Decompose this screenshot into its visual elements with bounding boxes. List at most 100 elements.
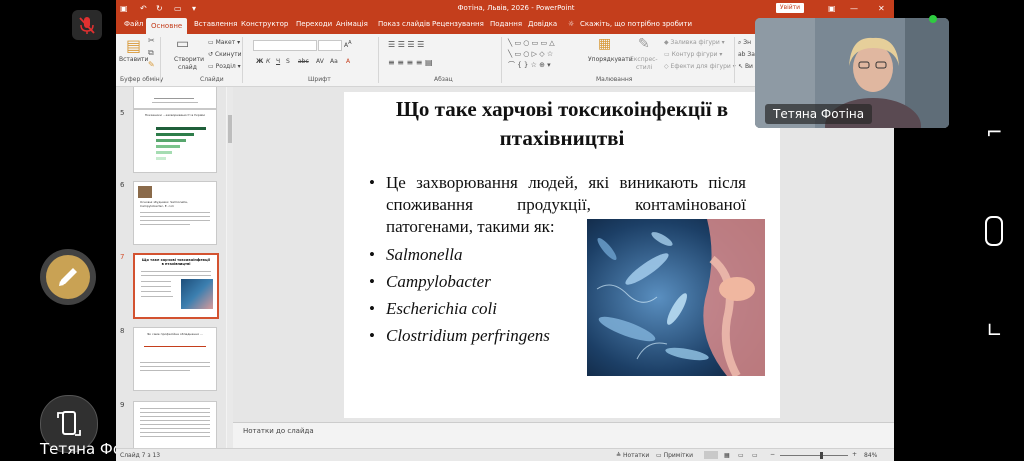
zoom-level[interactable]: 84% <box>864 452 877 459</box>
tab-animations[interactable]: Анімація <box>336 20 368 28</box>
current-slide[interactable]: Що таке харчові токсикоінфекції в птахів… <box>344 92 780 418</box>
copy-icon[interactable]: ⧉ <box>148 48 154 58</box>
customize-qat-icon[interactable]: ▾ <box>192 4 196 13</box>
slide-thumbnails-pane: 5 Показники ...захворюваності в Україні … <box>116 87 226 449</box>
thumbnail-7-selected[interactable]: Що таке харчові токсикоінфекції в птахів… <box>133 253 219 319</box>
minimize-icon[interactable]: — <box>850 4 858 13</box>
group-slides-label: Слайди <box>200 76 224 83</box>
tab-help[interactable]: Довідка <box>528 20 557 28</box>
start-slideshow-icon[interactable]: ▭ <box>174 4 182 13</box>
strike-button[interactable]: abc <box>298 58 309 65</box>
quick-styles-line1[interactable]: Експрес- <box>630 56 658 63</box>
tab-slideshow[interactable]: Показ слайдів <box>378 20 430 28</box>
slide-sorter-button[interactable]: ▦ <box>724 452 730 459</box>
tab-transitions[interactable]: Переходи <box>296 20 332 28</box>
notes-placeholder: Нотатки до слайда <box>243 427 314 435</box>
case-button[interactable]: Aa <box>330 58 338 65</box>
align-buttons[interactable]: ≡ ≡ ≡ ≡ ▤ <box>388 58 433 67</box>
tab-review[interactable]: Рецензування <box>432 20 484 28</box>
italic-button[interactable]: К <box>266 58 270 65</box>
new-slide-icon[interactable]: ▭ <box>176 36 189 52</box>
tell-me-search[interactable]: Скажіть, що потрібно зробити <box>580 20 692 28</box>
shape-outline-button[interactable]: ▭ Контур фігури ▾ <box>664 51 722 58</box>
spacing-button[interactable]: AV <box>316 58 324 65</box>
format-painter-icon[interactable]: ✎ <box>148 60 155 69</box>
arrange-button[interactable]: Упорядкувати <box>588 56 633 63</box>
group-separator <box>242 37 243 83</box>
thumbnail-9[interactable] <box>133 401 217 449</box>
side-corner-icon[interactable]: ∟ <box>986 318 1003 342</box>
font-size-box[interactable] <box>318 40 342 51</box>
slide-counter: Слайд 7 з 13 <box>120 452 161 459</box>
new-slide-button-line2[interactable]: слайд <box>178 64 197 71</box>
new-slide-button-line1[interactable]: Створити <box>174 56 204 63</box>
comments-toggle-label: Примітки <box>663 452 694 459</box>
thumb-5-bar <box>156 139 186 142</box>
select-label: Ви <box>744 63 753 70</box>
paste-icon[interactable]: ▤ <box>126 36 141 55</box>
shape-effects-button[interactable]: ◇ Ефекти для фігури ▾ <box>664 63 736 70</box>
group-separator <box>378 37 379 83</box>
tab-view[interactable]: Подання <box>490 20 522 28</box>
pathogen-campylobacter: Campylobacter <box>386 272 491 291</box>
thumbnail-5[interactable]: Показники ...захворюваності в Україні <box>133 109 217 173</box>
redo-icon[interactable]: ↻ <box>156 4 163 13</box>
bacteria-illustration[interactable] <box>587 219 765 376</box>
layout-button[interactable]: ▭ Макет ▾ <box>208 39 240 46</box>
tab-file[interactable]: Файл <box>124 20 143 28</box>
font-color-button[interactable]: A <box>346 58 350 65</box>
reset-button[interactable]: ↺ Скинути <box>208 51 242 58</box>
slide-title[interactable]: Що таке харчові токсикоінфекції в птахів… <box>344 95 780 153</box>
tab-insert[interactable]: Вставлення <box>194 20 237 28</box>
notes-toggle-label: Нотатки <box>622 452 650 459</box>
font-grow-icon[interactable]: AA <box>344 40 352 49</box>
scrollbar-thumb[interactable] <box>228 115 232 143</box>
quick-styles-icon[interactable]: ✎ <box>638 36 650 52</box>
arrange-icon[interactable]: ▦ <box>598 36 611 52</box>
annotate-inner <box>46 255 90 299</box>
thumbnail-8[interactable]: Як саме професійне обладнання ... <box>133 327 217 391</box>
thumbnail-6[interactable]: Основні збудники: Salmonella, Campylobac… <box>133 181 217 245</box>
ribbon-options-icon[interactable]: ▣ <box>828 4 836 13</box>
window-title: Фотіна, Львів, 2026 - PowerPoint <box>457 4 575 12</box>
font-name-box[interactable] <box>253 40 317 51</box>
notes-pane[interactable]: Нотатки до слайда <box>233 422 894 441</box>
cut-icon[interactable]: ✂ <box>148 36 155 45</box>
bullet-mark: • <box>369 326 375 345</box>
underline-button[interactable]: Ч <box>276 58 280 65</box>
select-button[interactable]: ↖ Ви <box>738 63 753 70</box>
mute-mic-button[interactable] <box>72 10 102 40</box>
thumbnail-4[interactable] <box>133 87 217 109</box>
zoom-in-button[interactable]: + <box>852 451 857 458</box>
group-clipboard-label: Буфер обміну <box>120 76 164 83</box>
shapes-gallery[interactable]: ╲ ▭ ○ ▭ ▭ △ ╲ ▭ ○ ▷ ◇ ☆ ⌒ { } ☆ ⊕ ▾ <box>508 38 588 72</box>
sign-in-button[interactable]: Увійти <box>776 3 804 13</box>
undo-icon[interactable]: ↶ <box>140 4 147 13</box>
annotate-button[interactable] <box>40 249 96 305</box>
zoom-slider-thumb[interactable] <box>820 452 823 459</box>
comments-toggle[interactable]: ▭ Примітки <box>656 452 693 459</box>
side-bracket-icon[interactable]: ⌐ <box>986 120 1003 144</box>
shadow-button[interactable]: S <box>286 58 290 65</box>
paste-button[interactable]: Вставити <box>119 56 148 63</box>
group-font-label: Шрифт <box>308 76 331 83</box>
zoom-slider[interactable] <box>780 452 848 459</box>
save-icon[interactable]: ▣ <box>120 4 128 13</box>
notes-toggle[interactable]: ≜ Нотатки <box>616 452 649 459</box>
normal-view-button[interactable] <box>704 451 718 459</box>
group-paragraph-label: Абзац <box>434 76 453 83</box>
zoom-out-button[interactable]: − <box>770 451 775 458</box>
shape-fill-button[interactable]: ◆ Заливка фігури ▾ <box>664 39 725 46</box>
replace-button[interactable]: ab За <box>738 51 755 58</box>
bullets-button[interactable]: ☰ ☰ ☰ ☰ <box>388 40 424 49</box>
quick-styles-line2[interactable]: стилі <box>636 64 652 71</box>
tab-design[interactable]: Конструктор <box>241 20 288 28</box>
find-button[interactable]: ⌕ Зн <box>738 39 751 47</box>
slideshow-button[interactable]: ▭ <box>752 452 758 459</box>
close-icon[interactable]: ✕ <box>878 4 885 13</box>
side-phone-icon[interactable] <box>985 216 1003 246</box>
section-button[interactable]: ▭ Розділ ▾ <box>208 63 241 70</box>
tab-home[interactable]: Основне <box>146 18 188 34</box>
reading-view-button[interactable]: ▭ <box>738 452 744 459</box>
bold-button[interactable]: Ж <box>256 58 263 65</box>
